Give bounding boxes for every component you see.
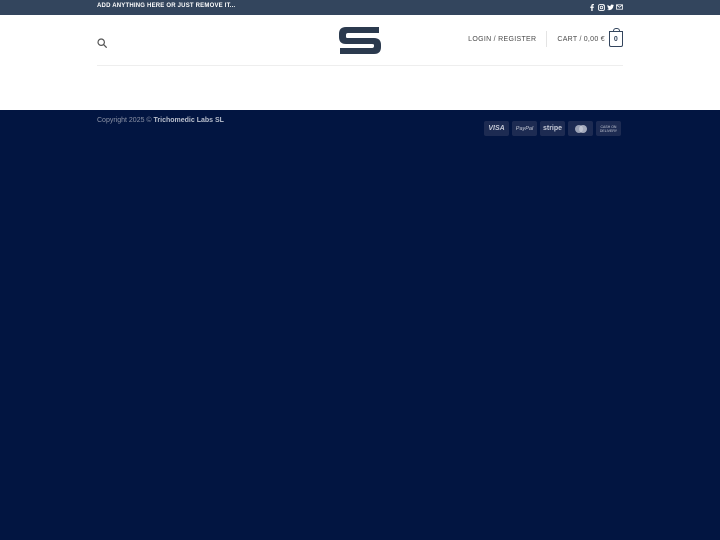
payment-icons: VISA PayPal stripe CASH ON DELIVERY bbox=[484, 121, 621, 136]
cod-line-2: DELIVERY bbox=[599, 128, 618, 133]
top-bar: ADD ANYTHING HERE OR JUST REMOVE IT... bbox=[0, 0, 720, 15]
header-divider-line bbox=[97, 65, 623, 66]
header-divider bbox=[546, 31, 548, 47]
twitter-icon[interactable] bbox=[607, 4, 614, 11]
header-actions: LOGIN / REGISTER CART / 0,00 € 0 bbox=[468, 28, 623, 47]
visa-icon: VISA bbox=[484, 121, 509, 136]
copyright-owner: Trichomedic Labs SL bbox=[153, 117, 224, 124]
cart-separator: / bbox=[579, 35, 582, 43]
paypal-icon: PayPal bbox=[512, 121, 537, 136]
cash-on-delivery-icon: CASH ON DELIVERY bbox=[596, 121, 621, 136]
site-header: LOGIN / REGISTER CART / 0,00 € 0 bbox=[0, 15, 720, 110]
cart-link[interactable]: CART / 0,00 € 0 bbox=[557, 28, 623, 47]
cart-count-badge[interactable]: 0 bbox=[609, 28, 623, 47]
cart-amount: 0,00 € bbox=[583, 35, 605, 43]
cart-label: CART bbox=[557, 35, 578, 43]
mastercard-icon bbox=[568, 121, 593, 136]
copyright-text: Copyright 2025 © Trichomedic Labs SL bbox=[97, 117, 224, 124]
search-icon[interactable] bbox=[97, 35, 107, 48]
facebook-icon[interactable] bbox=[589, 4, 595, 11]
email-icon[interactable] bbox=[616, 4, 623, 11]
topbar-message: ADD ANYTHING HERE OR JUST REMOVE IT... bbox=[97, 3, 236, 9]
instagram-icon[interactable] bbox=[598, 4, 605, 11]
login-register-link[interactable]: LOGIN / REGISTER bbox=[468, 36, 536, 43]
site-footer: Copyright 2025 © Trichomedic Labs SL VIS… bbox=[0, 110, 720, 540]
site-logo[interactable] bbox=[338, 25, 382, 56]
social-icons bbox=[589, 3, 623, 12]
copyright-prefix: Copyright 2025 © bbox=[97, 117, 152, 124]
stripe-icon: stripe bbox=[540, 121, 565, 136]
